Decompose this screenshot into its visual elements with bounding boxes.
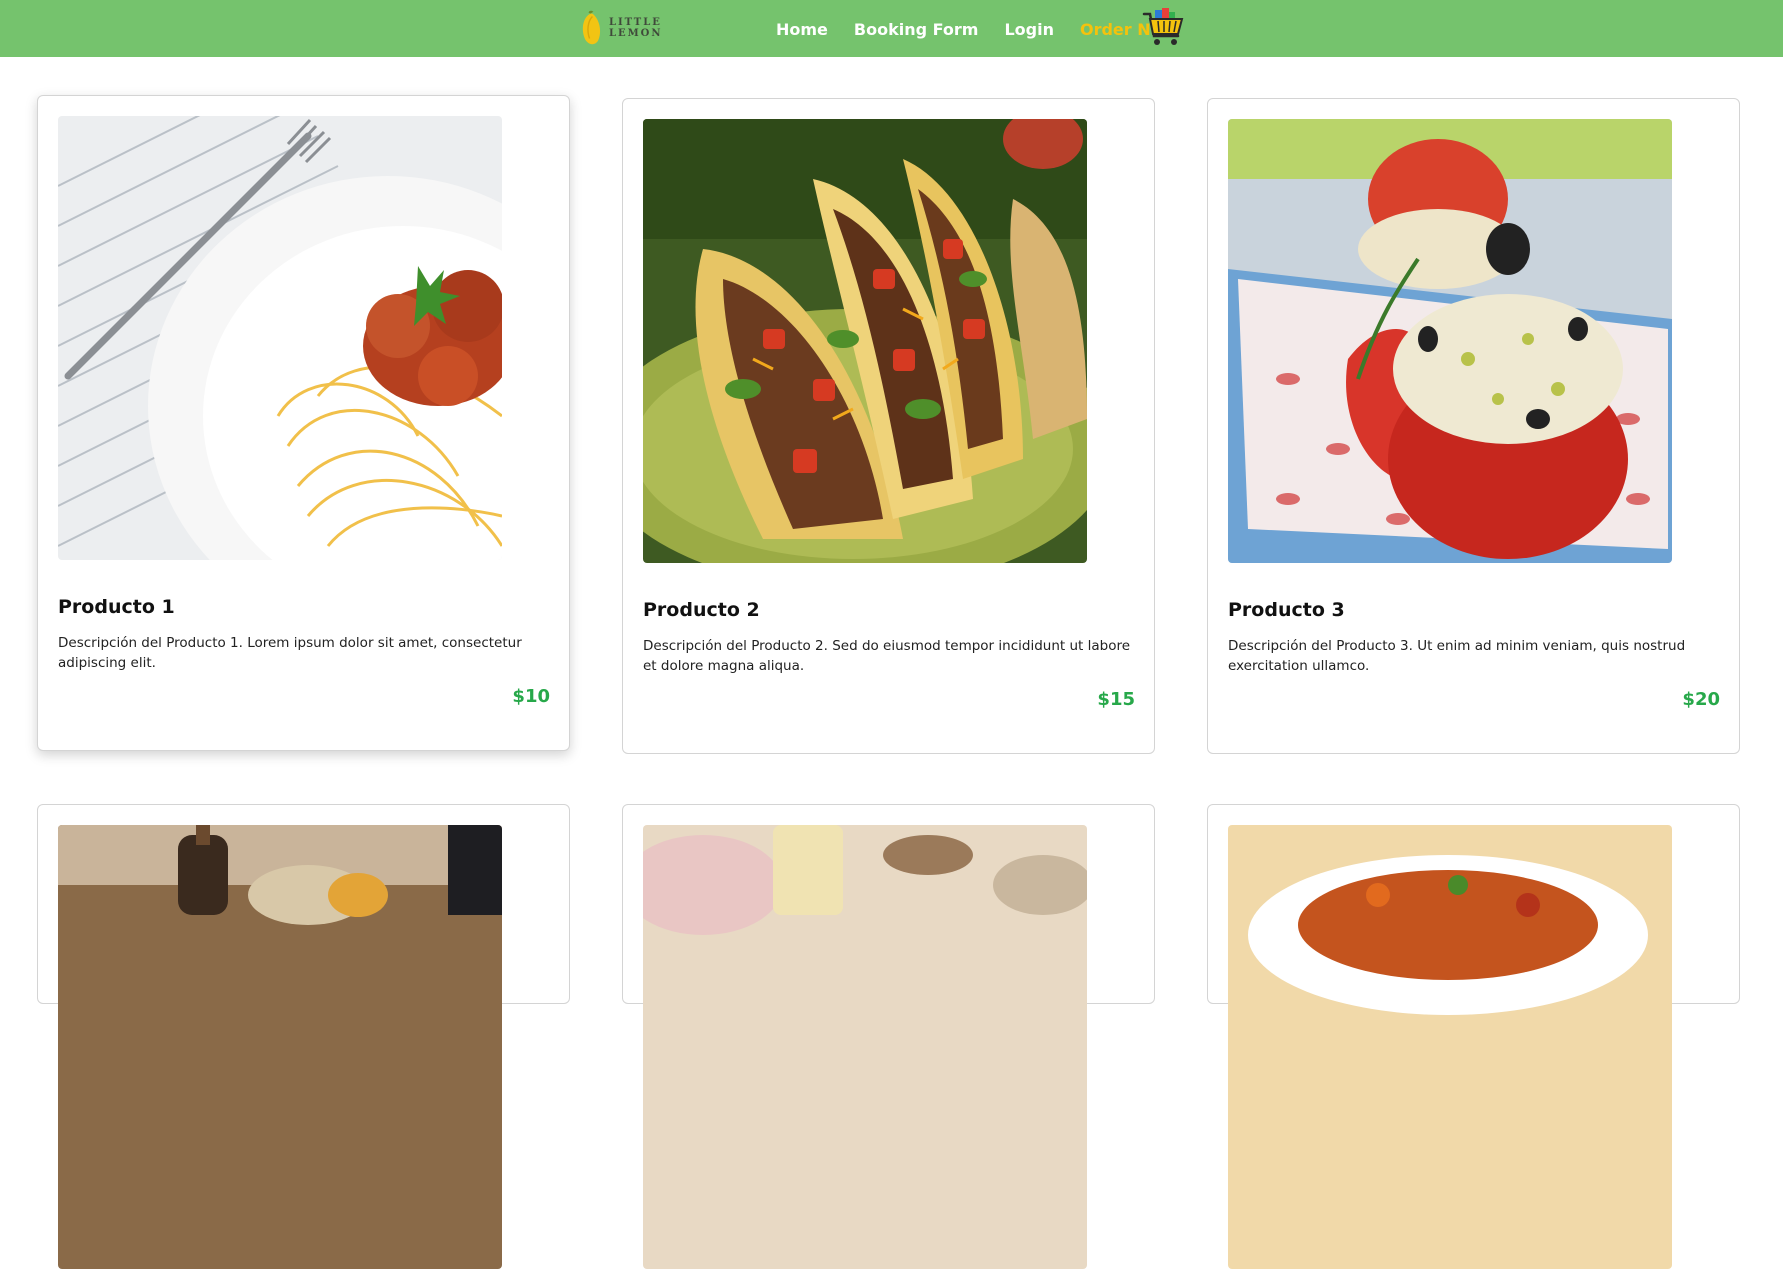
product-card[interactable]: [1207, 804, 1740, 1269]
lemon-icon: [582, 10, 601, 45]
product-image-spaghetti: [58, 116, 502, 560]
nav-home[interactable]: Home: [776, 20, 828, 39]
product-card[interactable]: [622, 804, 1155, 1269]
product-title: Producto 3: [1228, 599, 1345, 621]
product-price: $15: [1097, 689, 1135, 710]
top-nav-bar: LITTLE LEMON Home Booking Form Login Ord…: [0, 0, 1783, 57]
product-price: $10: [512, 686, 550, 707]
product-image-drinks-table: [643, 825, 1087, 1269]
product-description: Descripción del Producto 2. Sed do eiusm…: [643, 638, 1131, 674]
nav-login[interactable]: Login: [1004, 20, 1054, 39]
product-image-stuffed-tomato: [1228, 119, 1672, 563]
product-title: Producto 2: [643, 599, 760, 621]
product-description: Descripción del Producto 1. Lorem ipsum …: [58, 635, 522, 671]
product-description: Descripción del Producto 3. Ut enim ad m…: [1228, 638, 1686, 674]
product-image-food-platter: [58, 825, 502, 1269]
product-price: $20: [1682, 689, 1720, 710]
product-title: Producto 1: [58, 596, 175, 618]
brand-name: LITTLE LEMON: [608, 17, 663, 39]
product-card[interactable]: Producto 1 Descripción del Producto 1. L…: [37, 95, 570, 751]
product-image-tacos: [643, 119, 1087, 563]
product-card[interactable]: [37, 804, 570, 1269]
nav-booking-form[interactable]: Booking Form: [854, 20, 979, 39]
product-card[interactable]: Producto 2 Descripción del Producto 2. S…: [622, 98, 1155, 754]
product-card[interactable]: Producto 3 Descripción del Producto 3. U…: [1207, 98, 1740, 754]
main-nav: Home Booking Form Login Order Now: [776, 17, 1180, 41]
product-image-pasta-bowl: [1228, 825, 1672, 1269]
shopping-cart-icon[interactable]: [1142, 6, 1184, 48]
brand-logo[interactable]: LITTLE LEMON: [580, 7, 716, 49]
